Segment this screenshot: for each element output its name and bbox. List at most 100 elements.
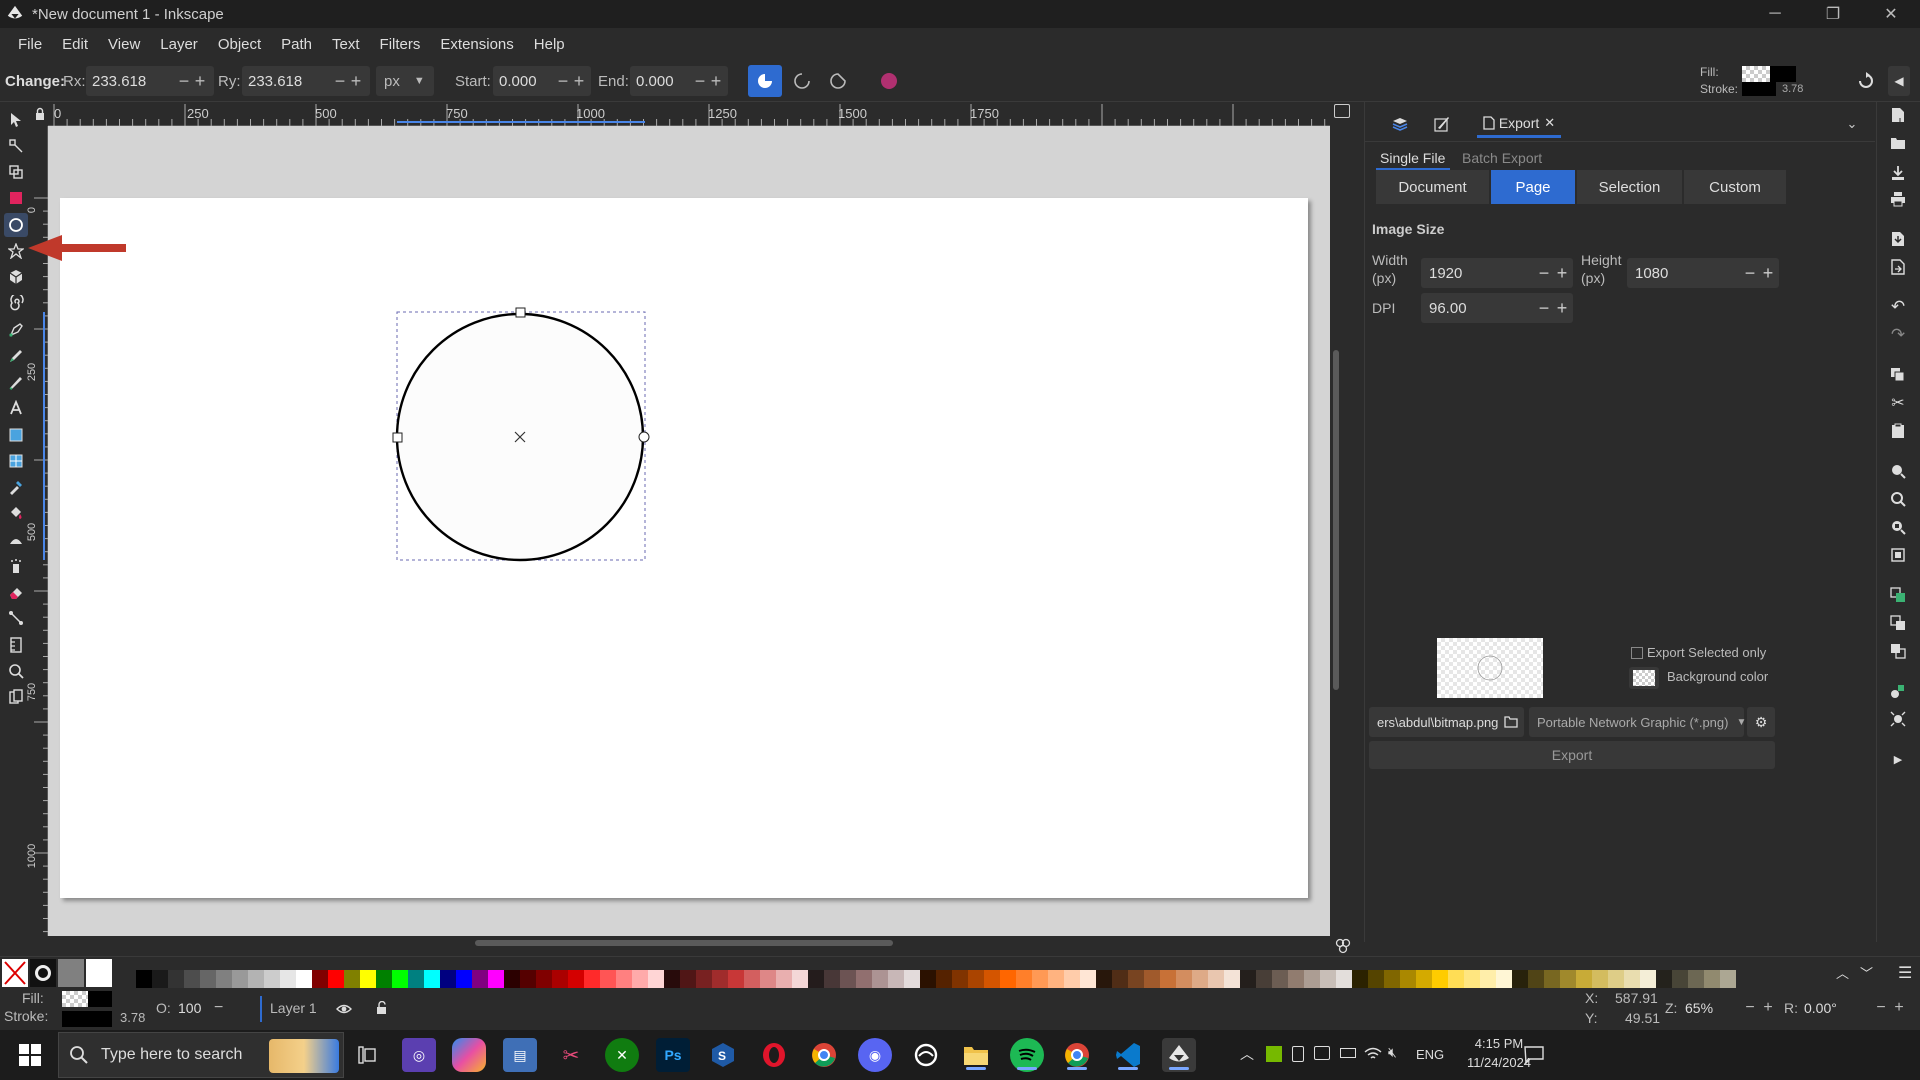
palette-swatch[interactable] [1672, 970, 1688, 988]
paste-button[interactable] [1887, 420, 1909, 442]
palette-swatch[interactable] [984, 970, 1000, 988]
palette-swatch[interactable] [200, 970, 216, 988]
new-document-button[interactable] [1887, 104, 1909, 126]
palette-swatch[interactable] [648, 970, 664, 988]
display-mode-icon[interactable] [1334, 104, 1350, 118]
filename-value[interactable]: ers\abdul\bitmap.png [1369, 715, 1498, 730]
palette-swatches[interactable] [136, 970, 1736, 988]
horizontal-scrollbar[interactable] [475, 940, 893, 946]
windows-start-icon[interactable] [19, 1044, 41, 1066]
palette-swatch[interactable] [632, 970, 648, 988]
ry-decrement-button[interactable]: − [332, 71, 348, 92]
palette-swatch[interactable] [248, 970, 264, 988]
palette-swatch[interactable] [808, 970, 824, 988]
3d-box-tool[interactable] [4, 265, 28, 289]
dropper-tool[interactable] [4, 475, 28, 499]
palette-swatch[interactable] [904, 970, 920, 988]
arc-chord-icon[interactable] [829, 72, 847, 90]
palette-swatch[interactable] [1640, 970, 1656, 988]
height-increment-button[interactable]: + [1759, 263, 1777, 284]
palette-swatch[interactable] [1400, 970, 1416, 988]
palette-swatch[interactable] [920, 970, 936, 988]
speaker-muted-icon[interactable]: 🔇︎ [1388, 1044, 1397, 1061]
palette-swatch[interactable] [1720, 970, 1736, 988]
palette-swatch[interactable] [440, 970, 456, 988]
no-paint-swatch[interactable] [2, 959, 28, 987]
width-decrement-button[interactable]: − [1535, 263, 1553, 284]
ungroup-button[interactable] [1887, 708, 1909, 730]
selector-tool[interactable] [4, 108, 28, 132]
palette-swatch[interactable] [264, 970, 280, 988]
palette-swatch[interactable] [792, 970, 808, 988]
print-button[interactable] [1887, 188, 1909, 210]
palette-swatch[interactable] [1432, 970, 1448, 988]
copy-button[interactable] [1887, 364, 1909, 386]
taskbar-spotify[interactable] [1010, 1038, 1044, 1072]
subtab-single-file[interactable]: Single File [1380, 150, 1445, 166]
rotation-input[interactable] [1804, 1000, 1872, 1016]
status-fill-swatch-checker[interactable] [62, 991, 88, 1007]
close-tab-icon[interactable]: ✕ [1544, 115, 1555, 131]
taskbar-app-8[interactable]: S [706, 1038, 740, 1072]
unlock-icon[interactable] [375, 1001, 389, 1015]
palette-swatch[interactable] [968, 970, 984, 988]
palette-swatch[interactable] [1384, 970, 1400, 988]
taskbar-xbox[interactable]: ✕ [605, 1038, 639, 1072]
vertical-scrollbar[interactable] [1333, 350, 1339, 690]
palette-swatch[interactable] [1032, 970, 1048, 988]
restore-button[interactable]: ❐ [1804, 0, 1862, 28]
taskbar-snipping[interactable]: ✂ [554, 1038, 588, 1072]
node-tool[interactable] [4, 134, 28, 158]
palette-swatch[interactable] [424, 970, 440, 988]
palette-swatch[interactable] [600, 970, 616, 988]
menu-filters[interactable]: Filters [370, 36, 431, 53]
redo-button[interactable]: ↷ [1887, 324, 1909, 346]
white-swatch[interactable] [86, 959, 112, 987]
palette-swatch[interactable] [1608, 970, 1624, 988]
open-button[interactable] [1887, 132, 1909, 154]
palette-swatch[interactable] [1320, 970, 1336, 988]
unit-select[interactable]: px ▼ [376, 66, 434, 96]
text-tool[interactable] [4, 396, 28, 420]
horizontal-ruler[interactable]: 0 250 500 750 1000 1250 1500 1750 [48, 102, 1330, 126]
import-button[interactable] [1887, 228, 1909, 250]
height-decrement-button[interactable]: − [1741, 263, 1759, 284]
snap-popover-button[interactable]: ◀ [1888, 66, 1910, 96]
language-indicator[interactable]: ENG [1416, 1047, 1444, 1062]
palette-swatch[interactable] [728, 970, 744, 988]
palette-swatch[interactable] [888, 970, 904, 988]
palette-swatch[interactable] [1160, 970, 1176, 988]
palette-swatch[interactable] [824, 970, 840, 988]
palette-scroll-down-button[interactable]: ﹀ [1860, 963, 1873, 982]
rotation-increment-button[interactable]: + [1890, 999, 1908, 1017]
current-layer-label[interactable]: Layer 1 [270, 1000, 317, 1016]
menu-text[interactable]: Text [322, 36, 370, 53]
palette-swatch[interactable] [1592, 970, 1608, 988]
tray-icon-3[interactable] [1314, 1046, 1330, 1060]
palette-swatch[interactable] [1496, 970, 1512, 988]
palette-swatch[interactable] [168, 970, 184, 988]
toolbar-fill-swatch[interactable] [1770, 66, 1796, 82]
export-command-button[interactable] [1887, 256, 1909, 278]
opacity-decrement-button[interactable]: − [214, 999, 223, 1017]
palette-swatch[interactable] [1368, 970, 1384, 988]
taskbar-opera[interactable] [757, 1038, 791, 1072]
battery-icon[interactable] [1340, 1048, 1356, 1058]
group-button[interactable] [1887, 680, 1909, 702]
end-increment-button[interactable]: + [708, 71, 724, 92]
palette-swatch[interactable] [856, 970, 872, 988]
palette-swatch[interactable] [1128, 970, 1144, 988]
arc-start-handle[interactable] [638, 431, 650, 443]
palette-swatch[interactable] [1000, 970, 1016, 988]
palette-swatch[interactable] [184, 970, 200, 988]
palette-swatch[interactable] [1288, 970, 1304, 988]
tray-nvidia-icon[interactable] [1266, 1046, 1282, 1062]
spiral-tool[interactable] [4, 291, 28, 315]
notification-icon[interactable] [1524, 1046, 1544, 1064]
tweak-tool[interactable] [4, 528, 28, 552]
cut-button[interactable]: ✂ [1887, 392, 1909, 414]
width-increment-button[interactable]: + [1553, 263, 1571, 284]
palette-swatch[interactable] [1112, 970, 1128, 988]
palette-swatch[interactable] [408, 970, 424, 988]
zoom-decrement-button[interactable]: − [1741, 999, 1759, 1017]
